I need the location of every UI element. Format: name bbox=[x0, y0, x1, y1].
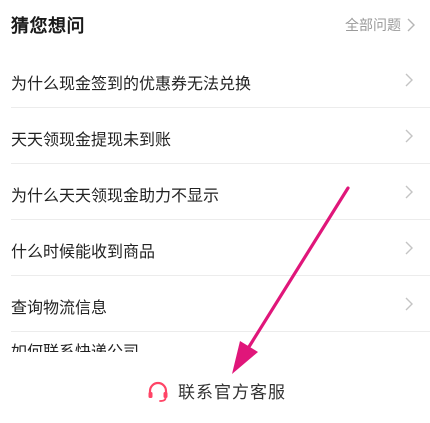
question-label: 天天领现金提现未到账 bbox=[11, 130, 172, 149]
footer-bar: 联系官方客服 bbox=[0, 364, 430, 423]
question-label: 为什么现金签到的优惠券无法兑换 bbox=[11, 74, 252, 93]
contact-support-button[interactable]: 联系官方客服 bbox=[146, 378, 286, 403]
headset-icon bbox=[148, 381, 168, 402]
chevron-right-icon bbox=[407, 18, 415, 32]
question-row[interactable]: 什么时候能收到商品 bbox=[0, 220, 430, 276]
chevron-right-icon bbox=[405, 129, 413, 143]
question-label: 为什么天天领现金助力不显示 bbox=[11, 186, 220, 205]
help-page: 猜您想问 全部问题 为什么现金签到的优惠券无法兑换 天天领现金提现未到账 为什么… bbox=[0, 0, 430, 423]
faq-header: 猜您想问 全部问题 bbox=[0, 0, 430, 52]
question-row[interactable]: 为什么现金签到的优惠券无法兑换 bbox=[0, 52, 430, 108]
all-questions-link[interactable]: 全部问题 bbox=[345, 15, 416, 35]
question-row[interactable]: 如何联系快递公司 bbox=[0, 332, 430, 352]
question-label: 什么时候能收到商品 bbox=[11, 242, 156, 261]
section-title: 猜您想问 bbox=[11, 16, 85, 37]
chevron-right-icon bbox=[405, 241, 413, 255]
question-row[interactable]: 为什么天天领现金助力不显示 bbox=[0, 164, 430, 220]
chevron-right-icon bbox=[405, 185, 413, 199]
question-label: 查询物流信息 bbox=[11, 298, 108, 317]
chevron-right-icon bbox=[405, 297, 413, 311]
contact-support-label: 联系官方客服 bbox=[178, 383, 286, 403]
question-label: 如何联系快递公司 bbox=[11, 342, 140, 352]
all-questions-label: 全部问题 bbox=[345, 18, 401, 34]
chevron-right-icon bbox=[405, 73, 413, 87]
question-list: 为什么现金签到的优惠券无法兑换 天天领现金提现未到账 为什么天天领现金助力不显示… bbox=[0, 52, 430, 352]
question-row[interactable]: 查询物流信息 bbox=[0, 276, 430, 332]
question-row[interactable]: 天天领现金提现未到账 bbox=[0, 108, 430, 164]
